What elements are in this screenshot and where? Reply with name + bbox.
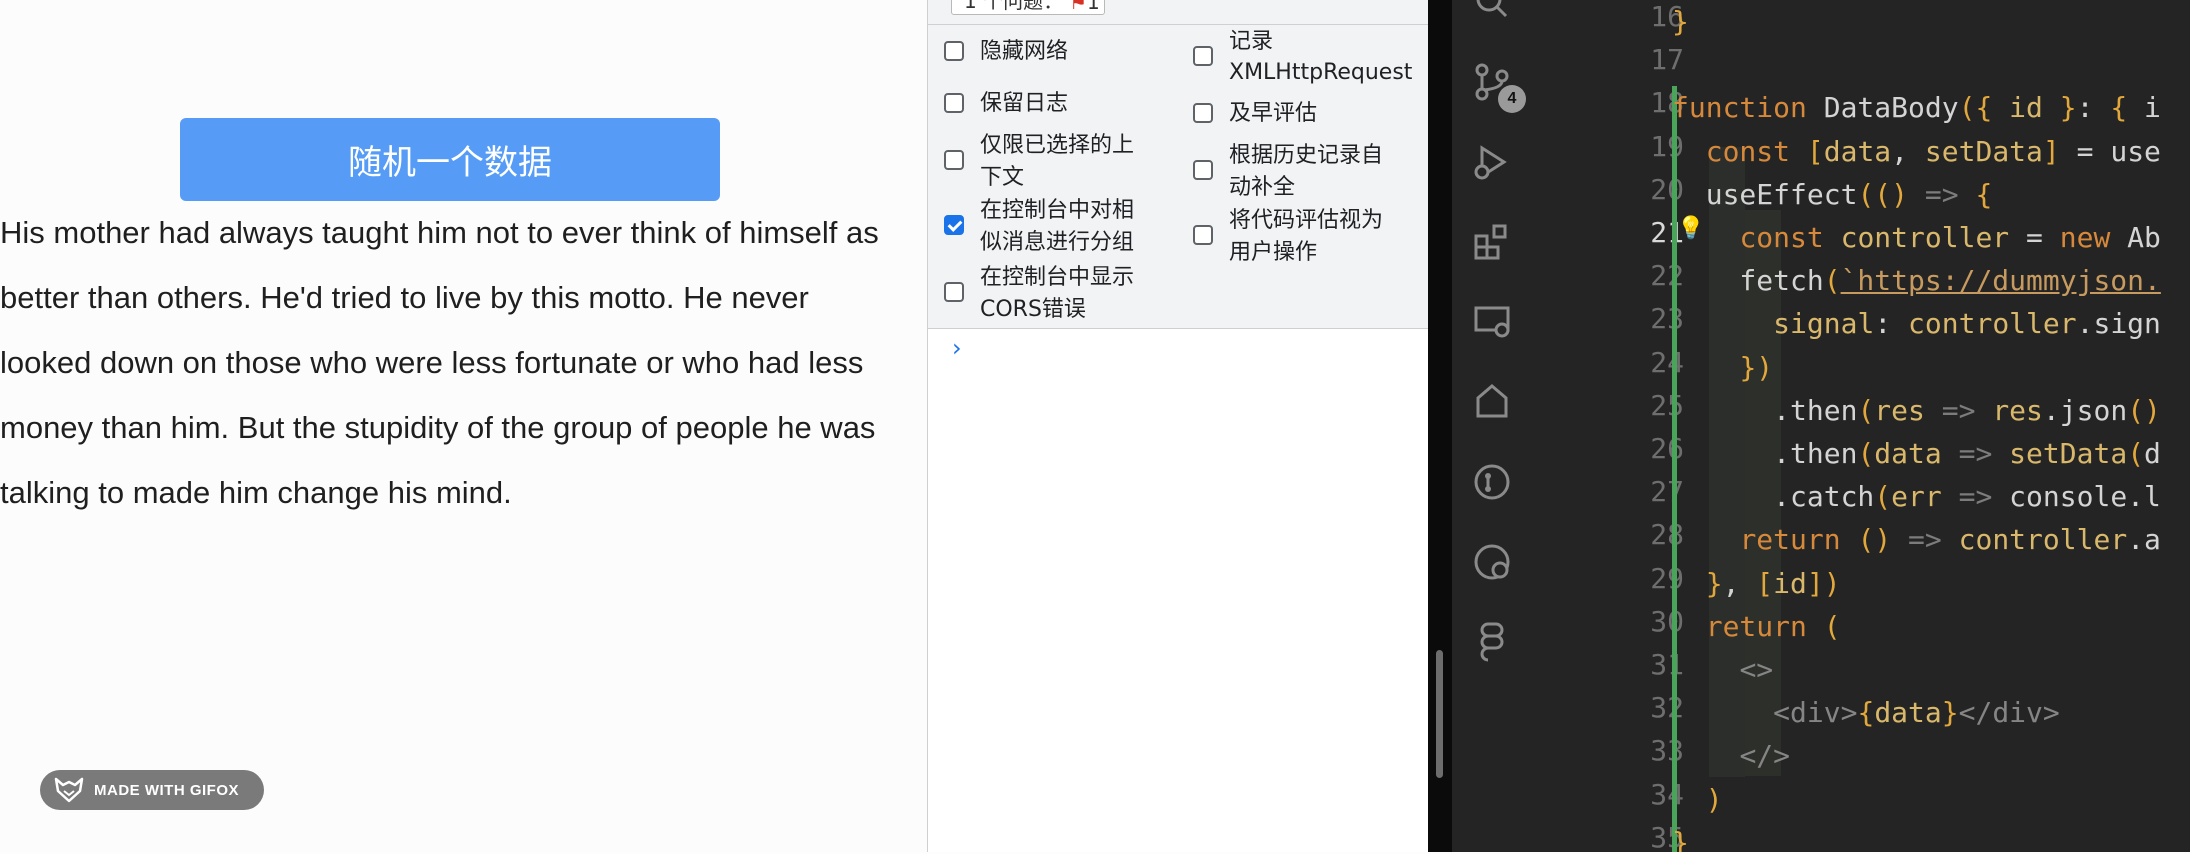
console-toolbar: 1 个问题： ⚑ 1 <box>928 0 1429 25</box>
checkbox[interactable] <box>1193 225 1213 245</box>
line-number: 29 <box>1650 561 1684 595</box>
code-line: const controller = new Ab <box>1739 221 2161 254</box>
gifox-watermark: MADE WITH GIFOX <box>40 770 264 810</box>
watermark-text: MADE WITH GIFOX <box>94 781 239 799</box>
checkbox[interactable] <box>1193 160 1213 180</box>
random-data-button[interactable]: 随机一个数据 <box>180 118 720 201</box>
run-debug-icon[interactable] <box>1472 142 1512 182</box>
line-number: 26 <box>1650 432 1684 465</box>
line-number: 19 <box>1650 129 1684 163</box>
lightbulb-icon[interactable]: 💡 <box>1677 215 1704 241</box>
code-line: </> <box>1739 739 1791 773</box>
code-line: <> <box>1739 653 1774 686</box>
code-line: }) <box>1739 350 1774 384</box>
line-number: 18 <box>1650 86 1684 120</box>
testing-icon[interactable] <box>1472 382 1512 422</box>
issues-count: 1 <box>1087 0 1100 14</box>
line-number: 23 <box>1650 302 1684 336</box>
line-number: 16 <box>1650 0 1684 33</box>
checkbox[interactable] <box>944 93 964 113</box>
line-number: 21 <box>1650 216 1684 249</box>
option-label: 仅限已选择的上 下文 <box>980 133 1135 190</box>
option-autocomplete-history[interactable]: 根据历史记录自 动补全 <box>1193 140 1383 204</box>
code-line: <div>{data}</div> <box>1773 696 2060 730</box>
figma-icon[interactable] <box>1472 622 1512 662</box>
option-user-activation[interactable]: 将代码评估视为 用户操作 <box>1193 205 1383 269</box>
line-number: 20 <box>1650 172 1684 206</box>
option-log-xhr[interactable]: 记录 XMLHttpRequest <box>1193 26 1412 88</box>
option-cors-errors[interactable]: 在控制台中显示 CORS错误 <box>944 262 1134 326</box>
option-selected-context[interactable]: 仅限已选择的上 下文 <box>944 130 1134 194</box>
git-lens-icon[interactable] <box>1472 542 1512 582</box>
line-number: 22 <box>1650 259 1684 293</box>
data-paragraph: His mother had always taught him not to … <box>0 215 879 510</box>
code-line: .catch(err => console.l <box>1672 480 2161 514</box>
line-number: 25 <box>1650 388 1684 422</box>
code-line: fetch(`https://dummyjson. <box>1672 264 2161 298</box>
scrollbar[interactable] <box>1436 650 1443 778</box>
extensions-icon[interactable] <box>1472 222 1512 262</box>
checkbox-checked[interactable] <box>944 215 964 235</box>
issues-label: 1 个问题： <box>964 0 1064 13</box>
remote-explorer-icon[interactable] <box>1472 302 1512 342</box>
checkbox[interactable] <box>944 282 964 302</box>
line-number: 34 <box>1650 777 1684 811</box>
scm-badge: 4 <box>1498 85 1526 113</box>
devtools-panel: 1 个问题： ⚑ 1 隐藏网络 记录 XMLHttpRequest 保留日志 及… <box>927 0 1429 852</box>
fox-logo-icon <box>54 777 84 803</box>
code-line: ) <box>1705 782 1723 816</box>
line-number: 35 <box>1650 820 1684 854</box>
option-label: 根据历史记录自 动补全 <box>1229 143 1384 200</box>
checkbox[interactable] <box>944 150 964 170</box>
checkbox[interactable] <box>944 41 964 61</box>
line-number: 27 <box>1650 475 1684 509</box>
option-hide-network[interactable]: 隐藏网络 <box>944 36 1068 68</box>
console-prompt[interactable]: › <box>952 334 962 362</box>
line-number: 32 <box>1650 691 1684 725</box>
line-number: 17 <box>1650 43 1684 77</box>
checkbox[interactable] <box>1193 46 1213 66</box>
app-preview: 随机一个数据 His mother had always taught him … <box>0 0 927 852</box>
option-label: 保留日志 <box>980 91 1069 116</box>
option-label: 在控制台中对相 似消息进行分组 <box>980 198 1135 255</box>
option-label: 及早评估 <box>1229 101 1318 126</box>
option-label: 在控制台中显示 CORS错误 <box>980 265 1135 322</box>
line-number: 28 <box>1650 518 1684 552</box>
line-number: 33 <box>1650 734 1684 768</box>
code-line: return () => controller.a <box>1739 523 2161 557</box>
checkbox[interactable] <box>1193 103 1213 123</box>
option-label: 将代码评估视为 用户操作 <box>1229 208 1384 265</box>
code-line: } <box>1672 825 1689 852</box>
line-number: 31 <box>1650 648 1684 681</box>
activity-bar: 4 <box>1452 0 1534 852</box>
line-number: 24 <box>1650 345 1684 379</box>
code-line: const [data, setData] = use <box>1705 134 2161 168</box>
code-line: function DataBody({ id }: { i <box>1672 91 2161 125</box>
option-label: 隐藏网络 <box>980 39 1069 64</box>
option-group-similar[interactable]: 在控制台中对相 似消息进行分组 <box>944 195 1134 259</box>
issue-flag-icon: ⚑ <box>1069 0 1088 14</box>
code-line: useEffect(() => { <box>1672 177 1993 211</box>
option-preserve-log[interactable]: 保留日志 <box>944 88 1068 120</box>
issues-button[interactable]: 1 个问题： ⚑ 1 <box>951 0 1105 15</box>
code-line: } <box>1672 5 1689 38</box>
code-line: .then(res => res.json() <box>1672 393 2161 427</box>
code-area[interactable]: } function DataBody({ id }: { i const [da… <box>1672 0 2190 852</box>
line-number: 30 <box>1650 604 1684 638</box>
git-graph-icon[interactable] <box>1472 462 1512 502</box>
search-icon[interactable] <box>1472 0 1512 22</box>
line-number-gutter: 16 17 18 19 20 21 22 23 24 25 26 27 28 29 30 31 32 33 34 35 <box>1534 0 1684 854</box>
code-line: return ( <box>1705 609 1841 643</box>
option-label: 记录 XMLHttpRequest <box>1229 29 1413 85</box>
option-eager-eval[interactable]: 及早评估 <box>1193 98 1317 130</box>
code-line: .then(data => setData(d <box>1672 437 2161 470</box>
code-line: }, [id]) <box>1705 566 1841 600</box>
code-line: signal: controller.sign <box>1773 307 2161 341</box>
